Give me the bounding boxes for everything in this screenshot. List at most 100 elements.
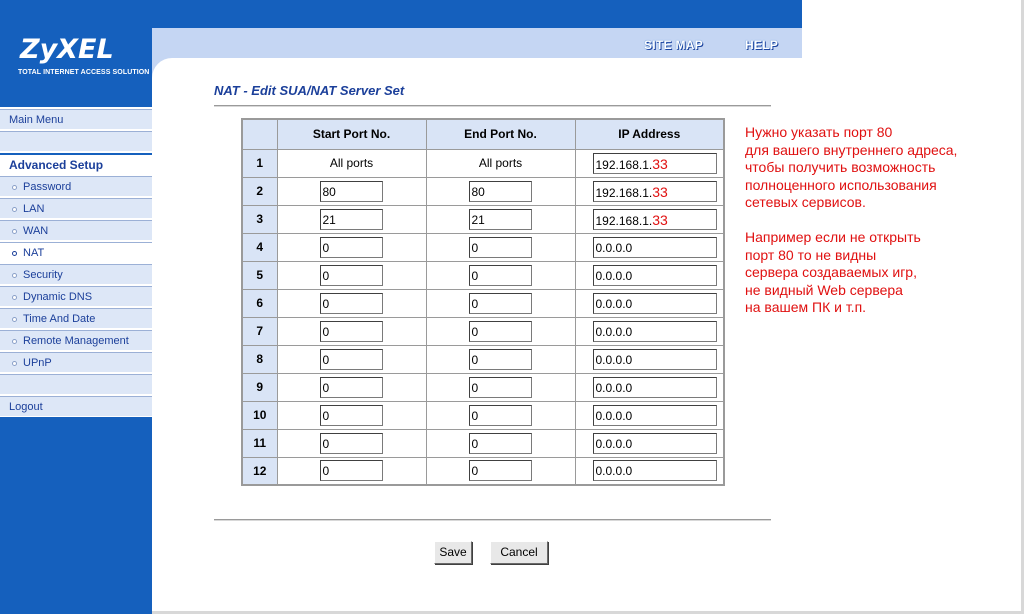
start-port-input[interactable]: 0 [319,460,383,482]
row-number: 11 [241,428,278,458]
sidebar-item-wan[interactable]: WAN [0,220,152,241]
end-port-input[interactable]: 0 [468,236,532,258]
row-number: 5 [241,260,278,290]
start-port-input[interactable]: 0 [319,376,383,398]
annotation-note: Нужно указать порт 80 для вашего внутрен… [745,124,1015,317]
ip-address-input[interactable]: 0.0.0.0 [592,432,717,454]
bullet-icon [12,228,17,234]
row-number: 4 [241,232,278,262]
end-port-input[interactable]: 0 [468,292,532,314]
ip-address-input[interactable]: 0.0.0.0 [592,460,717,482]
start-port-input[interactable]: 0 [319,236,383,258]
bullet-icon [12,294,17,300]
table-row: 4 0 0 0.0.0.0 [241,232,725,262]
logo-tagline: TOTAL INTERNET ACCESS SOLUTION [18,69,150,76]
note-line: Нужно указать порт 80 [745,124,893,140]
sidebar-main-menu[interactable]: Main Menu [0,109,152,130]
top-banner [152,0,802,28]
help-link[interactable]: HELP [745,38,778,52]
sidebar-item-label: NAT [23,247,45,259]
end-port-input[interactable]: 0 [468,264,532,286]
sidebar-item-time-and-date[interactable]: Time And Date [0,308,152,329]
sidebar-advanced-setup[interactable]: Advanced Setup [0,153,152,174]
start-port-input[interactable]: 0 [319,264,383,286]
sidebar-item-remote-management[interactable]: Remote Management [0,330,152,351]
note-line: не видный Web сервера [745,281,903,298]
ip-prefix: 0.0.0.0 [595,352,633,367]
table-header-row: Start Port No. End Port No. IP Address [241,118,725,150]
ip-address-input[interactable]: 0.0.0.0 [592,376,717,398]
ip-prefix: 192.168.1. [595,157,653,172]
row-number: 6 [241,288,278,318]
sidebar-item-password[interactable]: Password [0,176,152,197]
start-port-input[interactable]: 21 [319,208,383,230]
end-port-input[interactable]: 0 [468,460,532,482]
ip-address-input[interactable]: 192.168.1.33 [592,208,717,230]
sidebar-logout[interactable]: Logout [0,396,152,417]
sidebar-menu: Main Menu Advanced Setup Password LAN WA… [0,107,152,417]
sidebar-item-label: Dynamic DNS [23,291,93,303]
ip-prefix: 0.0.0.0 [595,268,633,283]
ip-address-input[interactable]: 0.0.0.0 [592,292,717,314]
ip-address-input[interactable]: 0.0.0.0 [592,264,717,286]
sidebar-item-upnp[interactable]: UPnP [0,352,152,373]
bullet-icon [12,250,17,256]
sidebar-item-label: Remote Management [23,335,129,347]
note-line: полноценного использования [745,176,937,193]
ip-address-input[interactable]: 0.0.0.0 [592,348,717,370]
bullet-icon [12,316,17,322]
col-header-end-port: End Port No. [425,118,576,150]
sidebar-item-label: Time And Date [23,313,96,325]
content-corner [152,58,802,78]
divider [214,105,771,107]
sidebar-item-security[interactable]: Security [0,264,152,285]
page-title: NAT - Edit SUA/NAT Server Set [214,83,405,98]
end-port-input[interactable]: 0 [468,404,532,426]
end-port-input[interactable]: 0 [468,376,532,398]
start-port-input[interactable]: 0 [319,348,383,370]
col-header-ip-address: IP Address [574,118,725,150]
start-port-input[interactable]: 0 [319,432,383,454]
start-port-input[interactable]: 0 [319,404,383,426]
sidebar: ZyXEL TOTAL INTERNET ACCESS SOLUTION Mai… [0,0,152,614]
note-line: Например если не открыть [745,229,921,245]
note-line: на вашем ПК и т.п. [745,299,867,315]
table-row: 5 0 0 0.0.0.0 [241,260,725,290]
end-port-input[interactable]: 0 [468,320,532,342]
divider [214,519,771,521]
ip-suffix: 33 [652,211,668,228]
ip-prefix: 192.168.1. [595,185,653,200]
ip-address-input[interactable]: 192.168.1.33 [592,180,717,202]
start-port-input[interactable]: 80 [319,180,383,202]
ip-address-input[interactable]: 0.0.0.0 [592,404,717,426]
row-number: 1 [241,148,278,178]
bullet-icon [12,206,17,212]
save-button[interactable]: Save [434,541,472,564]
zyxel-logo: ZyXEL [20,34,114,65]
sidebar-spacer [0,374,152,395]
ip-address-input[interactable]: 0.0.0.0 [592,320,717,342]
cancel-button[interactable]: Cancel [490,541,548,564]
note-spacer [745,212,1015,230]
col-header-start-port: Start Port No. [276,118,427,150]
end-port-input[interactable]: 21 [468,208,532,230]
site-map-link[interactable]: SITE MAP [644,38,703,52]
ip-prefix: 192.168.1. [595,213,653,228]
top-nav-bar [152,28,802,58]
ip-suffix: 33 [652,183,668,200]
nat-server-table: Start Port No. End Port No. IP Address 1… [241,118,725,486]
end-port-input[interactable]: 80 [468,180,532,202]
start-port-input[interactable]: 0 [319,292,383,314]
table-row: 7 0 0 0.0.0.0 [241,316,725,346]
sidebar-item-nat[interactable]: NAT [0,242,152,263]
sidebar-item-lan[interactable]: LAN [0,198,152,219]
sidebar-item-dynamic-dns[interactable]: Dynamic DNS [0,286,152,307]
sidebar-item-label: Security [23,269,63,281]
end-port-input[interactable]: 0 [468,348,532,370]
ip-address-input[interactable]: 192.168.1.33 [592,152,717,174]
table-row: 12 0 0 0.0.0.0 [241,456,725,486]
ip-address-input[interactable]: 0.0.0.0 [592,236,717,258]
start-port-input[interactable]: 0 [319,320,383,342]
end-port-input[interactable]: 0 [468,432,532,454]
ip-prefix: 0.0.0.0 [595,240,633,255]
